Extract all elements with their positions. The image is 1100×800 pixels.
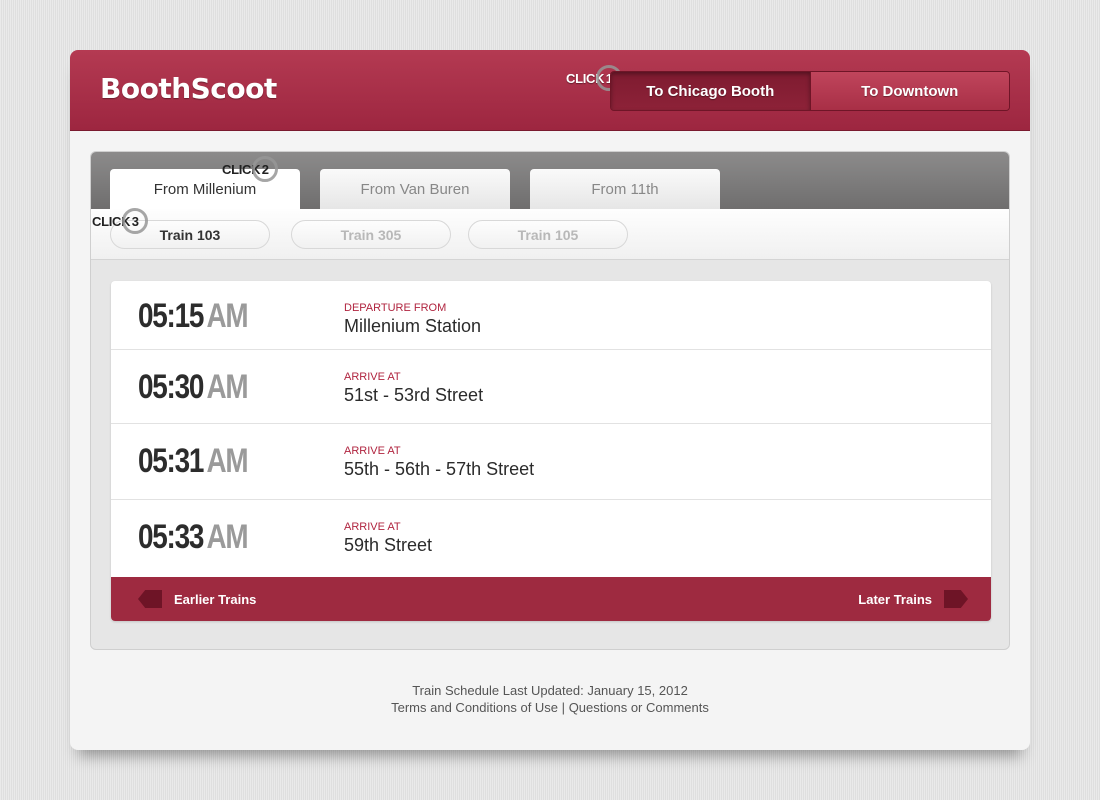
time-ampm: AM <box>206 368 248 406</box>
stop-name: 55th - 56th - 57th Street <box>344 459 535 479</box>
to-downtown-button[interactable]: To Downtown <box>809 72 1009 110</box>
arrow-left-icon <box>138 590 162 608</box>
stop-kind-label: ARRIVE AT <box>344 445 401 457</box>
time-ampm: AM <box>206 297 248 335</box>
footer-separator: | <box>561 700 566 715</box>
time-value: 05:33 <box>138 518 204 556</box>
train-selector: Train 103 Train 305 Train 105 <box>91 209 1009 260</box>
schedule-row: 05:15AM DEPARTURE FROM Millenium Station <box>111 281 991 350</box>
footer: Train Schedule Last Updated: January 15,… <box>70 682 1030 716</box>
schedule-row: 05:33AM ARRIVE AT 59th Street <box>111 500 991 577</box>
time-ampm: AM <box>206 518 248 556</box>
arrival-time: 05:31AM <box>138 442 249 481</box>
time-value: 05:31 <box>138 442 204 480</box>
stop-kind-label: DEPARTURE FROM <box>344 302 447 314</box>
later-trains-label: Later Trains <box>858 591 932 607</box>
stop-name: 59th Street <box>344 535 433 555</box>
time-value: 05:15 <box>138 297 204 335</box>
tab-from-11th[interactable]: From 11th <box>530 169 720 209</box>
schedule-row: 05:31AM ARRIVE AT 55th - 56th - 57th Str… <box>111 424 991 500</box>
click-hint-number: 2 <box>252 156 279 182</box>
app-card: BoothScoot CLICK 1 To Chicago Booth To D… <box>70 50 1030 750</box>
departure-time: 05:15AM <box>138 297 249 336</box>
later-trains-button[interactable]: Later Trains <box>858 577 968 621</box>
pagination-bar: Earlier Trains Later Trains <box>111 577 991 621</box>
click-hint-3: CLICK 3 <box>92 208 149 234</box>
brand-logo[interactable]: BoothScoot <box>100 72 277 105</box>
schedule-list: 05:15AM DEPARTURE FROM Millenium Station… <box>111 281 991 621</box>
train-105-button[interactable]: Train 105 <box>468 220 628 249</box>
last-updated-text: Train Schedule Last Updated: January 15,… <box>412 683 688 698</box>
earlier-trains-label: Earlier Trains <box>174 591 257 607</box>
schedule-row: 05:30AM ARRIVE AT 51st - 53rd Street <box>111 350 991 424</box>
arrow-right-icon <box>944 590 968 608</box>
stop-name: Millenium Station <box>344 316 482 336</box>
click-hint-2: CLICK 2 <box>222 156 279 182</box>
footer-links: Terms and Conditions of Use | Questions … <box>70 699 1030 716</box>
stop-name: 51st - 53rd Street <box>344 385 484 405</box>
stop-kind-label: ARRIVE AT <box>344 521 401 533</box>
time-value: 05:30 <box>138 368 204 406</box>
stop-kind-label: ARRIVE AT <box>344 371 401 383</box>
time-ampm: AM <box>206 442 248 480</box>
earlier-trains-button[interactable]: Earlier Trains <box>138 577 256 621</box>
arrival-time: 05:33AM <box>138 518 249 557</box>
direction-toggle: To Chicago Booth To Downtown <box>610 71 1010 111</box>
terms-link[interactable]: Terms and Conditions of Use <box>391 700 558 715</box>
schedule-panel: From Millenium From Van Buren From 11th … <box>90 151 1010 650</box>
to-chicago-booth-button[interactable]: To Chicago Booth <box>611 72 810 110</box>
questions-link[interactable]: Questions or Comments <box>569 700 709 715</box>
click-hint-number: 3 <box>122 208 149 234</box>
arrival-time: 05:30AM <box>138 368 249 407</box>
train-305-button[interactable]: Train 305 <box>291 220 451 249</box>
tab-from-van-buren[interactable]: From Van Buren <box>320 169 510 209</box>
header: BoothScoot CLICK 1 To Chicago Booth To D… <box>70 50 1030 131</box>
